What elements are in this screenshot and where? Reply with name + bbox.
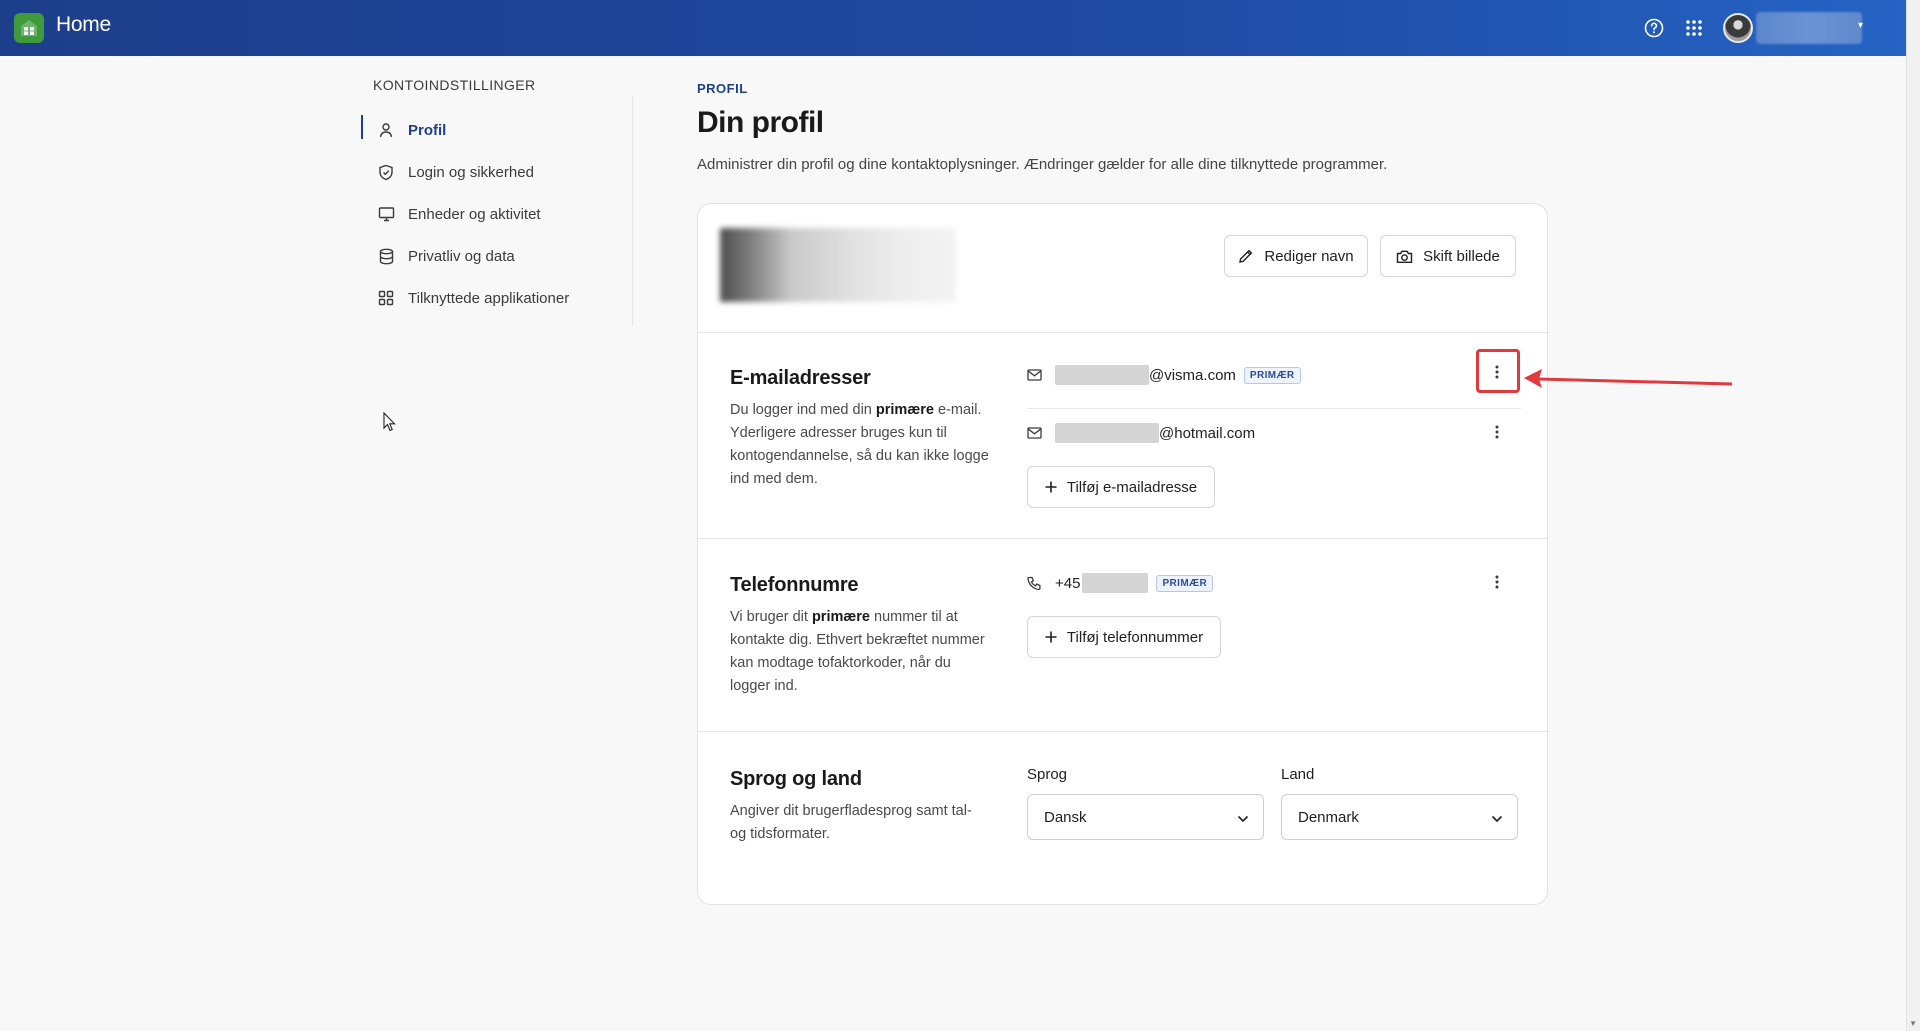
phone-entry-primary: +45 PRIMÆR <box>1027 571 1214 595</box>
sidebar-item-devices[interactable]: Enheder og aktivitet <box>361 193 631 235</box>
camera-icon <box>1396 249 1413 264</box>
section-divider <box>698 731 1547 732</box>
section-divider <box>698 332 1547 333</box>
kebab-menu-icon[interactable] <box>1484 419 1510 445</box>
apps-grid-icon <box>377 289 395 307</box>
add-phone-button[interactable]: Tilføj telefonnummer <box>1027 616 1221 658</box>
shield-icon <box>377 163 395 181</box>
add-email-button[interactable]: Tilføj e-mailadresse <box>1027 466 1215 508</box>
user-menu[interactable] <box>1756 12 1862 44</box>
status-badge: PRIMÆR <box>1243 366 1301 384</box>
redacted-text <box>1082 573 1149 593</box>
row-divider <box>1027 408 1521 409</box>
language-select[interactable]: Dansk <box>1027 794 1264 840</box>
change-picture-button[interactable]: Skift billede <box>1380 235 1516 277</box>
section-divider <box>698 538 1547 539</box>
sidebar-item-login-security[interactable]: Login og sikkerhed <box>361 151 631 193</box>
sidebar-item-label: Enheder og aktivitet <box>408 205 541 223</box>
sidebar-item-label: Privatliv og data <box>408 247 515 265</box>
highlight-box <box>1476 349 1520 393</box>
edit-name-button[interactable]: Rediger navn <box>1224 235 1368 277</box>
sidebar-item-connected-apps[interactable]: Tilknyttede applikationer <box>361 277 631 319</box>
chevron-down-icon <box>1491 810 1503 827</box>
email-entry-primary: @visma.com PRIMÆR <box>1027 363 1301 387</box>
monitor-icon <box>377 205 395 223</box>
sidebar-heading: KONTOINDSTILLINGER <box>373 77 536 93</box>
country-select[interactable]: Denmark <box>1281 794 1518 840</box>
locale-section-title: Sprog og land <box>730 768 862 790</box>
phone-section-description: Vi bruger dit primære nummer til at kont… <box>730 609 985 694</box>
locale-section-description: Angiver dit brugerfladesprog samt tal- o… <box>730 803 972 842</box>
email-address: @visma.com <box>1149 366 1236 384</box>
grid-dots-icon[interactable] <box>1681 15 1707 41</box>
sidebar-item-privacy[interactable]: Privatliv og data <box>361 235 631 277</box>
sidebar-divider <box>632 96 633 326</box>
scroll-down-icon[interactable]: ▼ <box>1909 1019 1917 1028</box>
page-description: Administrer din profil og dine kontaktop… <box>697 156 1388 173</box>
chevron-down-icon <box>1237 810 1249 827</box>
home-logo-icon[interactable] <box>14 13 44 43</box>
email-section-title: E-mailadresser <box>730 367 871 389</box>
person-icon <box>377 121 395 139</box>
mail-icon <box>1027 369 1043 381</box>
profile-picture <box>720 228 956 302</box>
pencil-icon <box>1238 248 1254 264</box>
sidebar-item-label: Profil <box>408 121 447 139</box>
breadcrumb: PROFIL <box>697 81 748 96</box>
app-title[interactable]: Home <box>56 13 111 37</box>
mail-icon <box>1027 427 1043 439</box>
annotation-arrow-icon <box>1520 360 1735 395</box>
kebab-menu-icon[interactable] <box>1484 569 1510 595</box>
email-section-description: Du logger ind med din primære e-mail. Yd… <box>730 402 989 487</box>
plus-icon <box>1045 631 1057 643</box>
sidebar-nav: Profil Login og sikkerhed Enheder og akt… <box>361 109 631 319</box>
language-label: Sprog <box>1027 766 1068 783</box>
email-address: @hotmail.com <box>1159 424 1256 442</box>
plus-icon <box>1045 481 1057 493</box>
database-icon <box>377 247 395 265</box>
page-title: Din profil <box>697 106 824 139</box>
status-badge: PRIMÆR <box>1156 574 1214 592</box>
phone-section-title: Telefonnumre <box>730 574 859 596</box>
sidebar-item-label: Tilknyttede applikationer <box>408 289 570 307</box>
sidebar-item-label: Login og sikkerhed <box>408 163 534 181</box>
avatar[interactable] <box>1723 13 1753 43</box>
phone-prefix: +45 <box>1055 574 1081 592</box>
country-label: Land <box>1281 766 1315 783</box>
email-entry-secondary: @hotmail.com <box>1027 421 1255 445</box>
redacted-text <box>1055 423 1159 443</box>
top-bar: Home ▾ <box>0 0 1906 56</box>
chevron-down-icon[interactable]: ▾ <box>1858 20 1863 31</box>
help-circle-icon[interactable] <box>1641 15 1667 41</box>
sidebar-item-profil[interactable]: Profil <box>361 109 631 151</box>
mouse-cursor-icon <box>383 411 397 437</box>
redacted-text <box>1055 365 1149 385</box>
phone-icon <box>1027 576 1043 591</box>
vertical-scrollbar[interactable]: ▼ <box>1906 0 1920 1031</box>
profile-card: Rediger navn Skift billede E-mailadresse… <box>697 203 1548 905</box>
